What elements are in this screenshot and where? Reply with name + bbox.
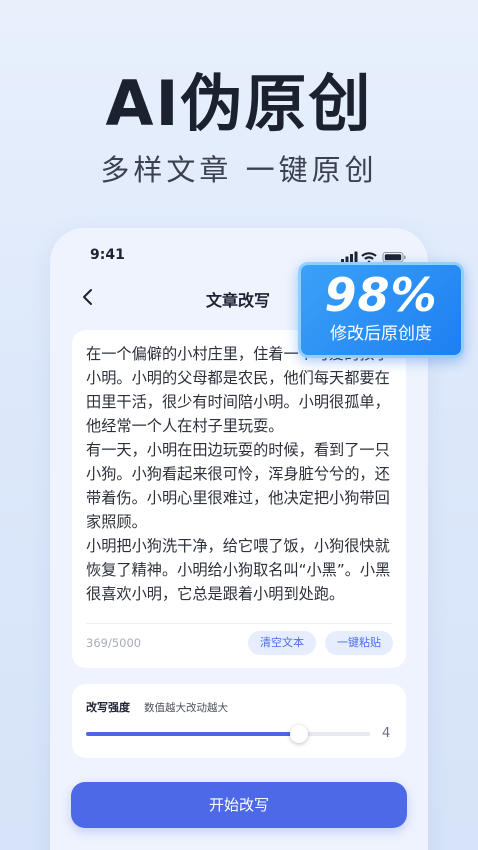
strength-slider[interactable] <box>86 725 370 743</box>
card-divider <box>86 623 392 624</box>
status-time: 9:41 <box>90 247 125 263</box>
hero-subtitle: 多样文章 一键原创 <box>100 153 378 187</box>
strength-hint: 数值越大改动越大 <box>144 702 228 714</box>
nav-title: 文章改写 <box>205 291 270 310</box>
hero-title: AI伪原创 <box>105 67 373 140</box>
originality-badge: 98% 修改后原创度 <box>298 262 464 358</box>
strength-label: 改写强度 <box>86 701 130 714</box>
chevron-left-icon <box>83 289 92 305</box>
originality-value: 98% <box>324 268 438 322</box>
clear-text-button[interactable]: 清空文本 <box>248 631 316 655</box>
paste-button[interactable]: 一键粘贴 <box>325 631 393 655</box>
strength-card: 改写强度 数值越大改动越大 4 <box>72 684 406 758</box>
back-button[interactable] <box>78 286 98 308</box>
originality-label: 修改后原创度 <box>330 324 432 344</box>
slider-thumb[interactable] <box>290 725 308 743</box>
start-rewrite-button[interactable]: 开始改写 <box>71 782 407 828</box>
battery-icon <box>382 252 406 263</box>
article-text[interactable]: 在一个偏僻的小村庄里，住着一个可爱的孩子小明。小明的父母都是农民，他们每天都要在… <box>86 342 394 606</box>
slider-fill <box>86 732 299 736</box>
article-card: 在一个偏僻的小村庄里，住着一个可爱的孩子小明。小明的父母都是农民，他们每天都要在… <box>72 330 406 668</box>
strength-value: 4 <box>382 726 391 741</box>
char-count: 369/5000 <box>86 636 142 650</box>
